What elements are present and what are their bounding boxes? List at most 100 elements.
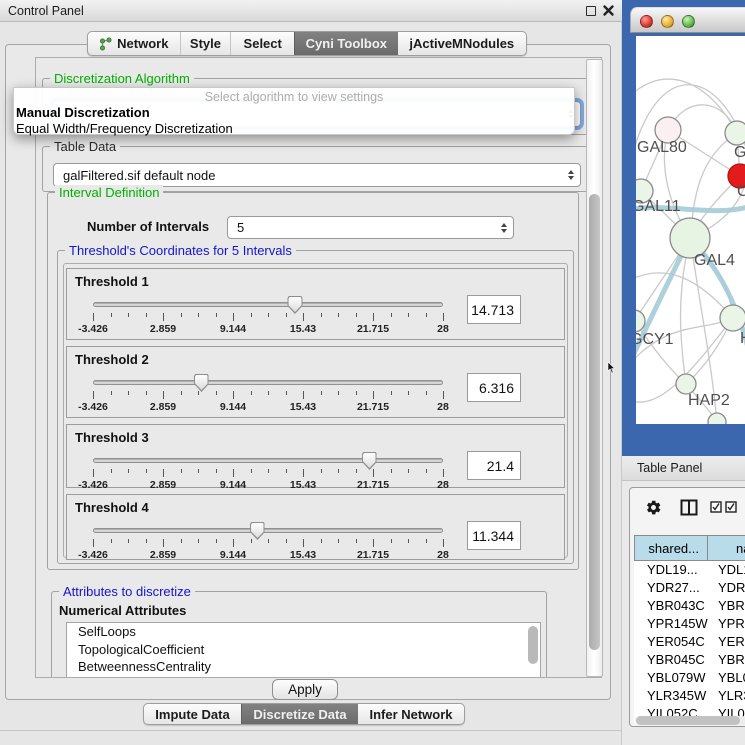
table-row[interactable]: YER054CYER0 xyxy=(634,633,745,651)
slider-axis-labels: -3.4262.8599.14415.4321.71528 xyxy=(93,401,444,413)
horizontal-scrollbar[interactable] xyxy=(635,716,745,725)
numerical-attributes-list[interactable]: SelfLoopsTopologicalCoefficientBetweenne… xyxy=(66,622,541,678)
number-of-intervals-combobox[interactable]: 5 xyxy=(227,216,514,239)
threshold-slider-track[interactable] xyxy=(93,302,443,307)
tab-discretize-data[interactable]: Discretize Data xyxy=(241,704,358,724)
cell-name[interactable]: YPR1 xyxy=(708,615,745,633)
table-rows: YDL19...YDL1YDR27...YDR2YBR043CYBR0YPR14… xyxy=(634,561,745,723)
network-node-h[interactable] xyxy=(720,305,745,331)
checkbox-filter-icon[interactable] xyxy=(710,501,738,513)
column-header-name[interactable]: name xyxy=(708,535,745,561)
cell-name[interactable]: YBR0 xyxy=(708,597,745,615)
cell-shared-name[interactable]: YPR145W xyxy=(634,615,708,633)
table-row[interactable]: YBR043CYBR0 xyxy=(634,597,745,615)
cell-name[interactable]: YBR0 xyxy=(708,651,745,669)
tab-cyni-toolbox[interactable]: Cyni Toolbox xyxy=(294,32,398,55)
threshold-value-field[interactable]: 21.4 xyxy=(467,451,521,480)
attribute-list-item[interactable]: TopologicalCoefficient xyxy=(67,641,540,659)
network-window-titlebar[interactable] xyxy=(630,7,745,33)
threshold-slider-track[interactable] xyxy=(93,458,443,463)
slider-tick-marks xyxy=(93,391,444,399)
control-panel: Control Panel Discretization Algorithm T… xyxy=(0,0,622,745)
cell-name[interactable]: YDR2 xyxy=(708,579,745,597)
network-canvas[interactable]: GAL80GALCGAL11GAL4GCY1HHAP2 xyxy=(636,36,745,424)
tab-network[interactable]: Network xyxy=(88,32,180,55)
zoom-traffic-light[interactable] xyxy=(682,15,695,28)
tab-jactivemnodules[interactable]: jActiveMNodules xyxy=(398,32,526,55)
threshold-value-field[interactable]: 6.316 xyxy=(467,373,521,402)
threshold-value-field[interactable]: 14.713 xyxy=(467,295,521,324)
table-row[interactable]: YDL19...YDL1 xyxy=(634,561,745,579)
network-node-hap2[interactable] xyxy=(676,374,696,394)
slider-tick-marks xyxy=(93,539,444,547)
cell-name[interactable]: YER0 xyxy=(708,633,745,651)
tab-jactivemnodules-label: jActiveMNodules xyxy=(409,36,514,51)
attribute-list-item[interactable]: BetweennessCentrality xyxy=(67,658,540,676)
cell-shared-name[interactable]: YLR345W xyxy=(634,687,708,705)
slider-axis-labels: -3.4262.8599.14415.4321.71528 xyxy=(93,323,444,335)
network-window: GAL80GALCGAL11GAL4GCY1HHAP2 xyxy=(622,0,745,456)
slider-tick-marks xyxy=(93,313,444,321)
threshold-slider-thumb[interactable] xyxy=(288,296,303,314)
apply-button[interactable]: Apply xyxy=(272,679,338,700)
table-panel-inner: shared... name YDL19...YDL1YDR27...YDR2Y… xyxy=(629,487,745,727)
tab-style[interactable]: Style xyxy=(180,32,231,55)
attribute-list-item[interactable]: SelfLoops xyxy=(67,623,540,641)
tab-impute-data[interactable]: Impute Data xyxy=(144,704,241,724)
threshold-value-field[interactable]: 11.344 xyxy=(467,521,521,550)
vertical-scrollbar[interactable] xyxy=(586,59,603,677)
cell-shared-name[interactable]: YDR27... xyxy=(634,579,708,597)
threshold-label: Threshold 4 xyxy=(75,500,149,515)
table-row[interactable]: YLR345WYLR3 xyxy=(634,687,745,705)
tab-impute-data-label: Impute Data xyxy=(155,707,229,722)
threshold-slider-thumb[interactable] xyxy=(194,374,209,392)
tab-infer-network[interactable]: Infer Network xyxy=(358,704,464,724)
network-node-gal[interactable] xyxy=(725,121,745,145)
table-header-row: shared... name xyxy=(634,535,745,561)
network-node-label: H xyxy=(740,330,745,347)
cell-shared-name[interactable]: YBR045C xyxy=(634,651,708,669)
cell-shared-name[interactable]: YBL079W xyxy=(634,669,708,687)
cell-name[interactable]: YBL0 xyxy=(708,669,745,687)
table-row[interactable]: YPR145WYPR1 xyxy=(634,615,745,633)
cell-shared-name[interactable]: YBR043C xyxy=(634,597,708,615)
network-node-label: GCY1 xyxy=(636,331,674,348)
threshold-slider-thumb[interactable] xyxy=(250,522,265,540)
attributes-list-scrollbar[interactable] xyxy=(528,626,538,664)
table-data-title: Table Data xyxy=(50,139,120,154)
minimize-traffic-light[interactable] xyxy=(661,15,674,28)
table-row[interactable]: YBL079WYBL0 xyxy=(634,669,745,687)
threshold-slider-track[interactable] xyxy=(93,528,443,533)
slider-axis-labels: -3.4262.8599.14415.4321.71528 xyxy=(93,479,444,491)
close-icon[interactable] xyxy=(602,4,615,17)
network-node[interactable] xyxy=(708,413,726,424)
threshold-slider-track[interactable] xyxy=(93,380,443,385)
attributes-group-title: Attributes to discretize xyxy=(59,584,195,599)
float-window-icon[interactable] xyxy=(586,6,596,16)
columns-icon[interactable] xyxy=(680,499,698,516)
slider-axis-labels: -3.4262.8599.14415.4321.71528 xyxy=(93,549,444,561)
gear-icon[interactable] xyxy=(645,499,662,516)
scrollbar-thumb[interactable] xyxy=(589,194,600,650)
number-of-intervals-label: Number of Intervals xyxy=(87,219,209,234)
tab-infer-network-label: Infer Network xyxy=(369,707,452,722)
horizontal-scrollbar-thumb[interactable] xyxy=(636,716,740,725)
number-of-intervals-value: 5 xyxy=(237,220,244,235)
tab-select[interactable]: Select xyxy=(230,32,294,55)
cell-name[interactable]: YDL1 xyxy=(708,561,745,579)
node-table: shared... name YDL19...YDL1YDR27...YDR2Y… xyxy=(634,535,745,723)
threshold-slider-thumb[interactable] xyxy=(362,452,377,470)
column-header-shared-name[interactable]: shared... xyxy=(634,535,708,561)
tab-discretize-data-label: Discretize Data xyxy=(253,707,346,722)
cell-name[interactable]: YLR3 xyxy=(708,687,745,705)
algorithm-option-manual[interactable]: Manual Discretization xyxy=(14,104,574,120)
slider-tick-marks xyxy=(93,469,444,477)
algorithm-option-equal-width[interactable]: Equal Width/Frequency Discretization xyxy=(14,120,574,136)
close-traffic-light[interactable] xyxy=(640,15,653,28)
apply-button-label: Apply xyxy=(288,682,322,697)
table-data-combobox[interactable]: galFiltered.sif default node xyxy=(53,163,581,187)
table-row[interactable]: YBR045CYBR0 xyxy=(634,651,745,669)
cell-shared-name[interactable]: YDL19... xyxy=(634,561,708,579)
table-row[interactable]: YDR27...YDR2 xyxy=(634,579,745,597)
cell-shared-name[interactable]: YER054C xyxy=(634,633,708,651)
